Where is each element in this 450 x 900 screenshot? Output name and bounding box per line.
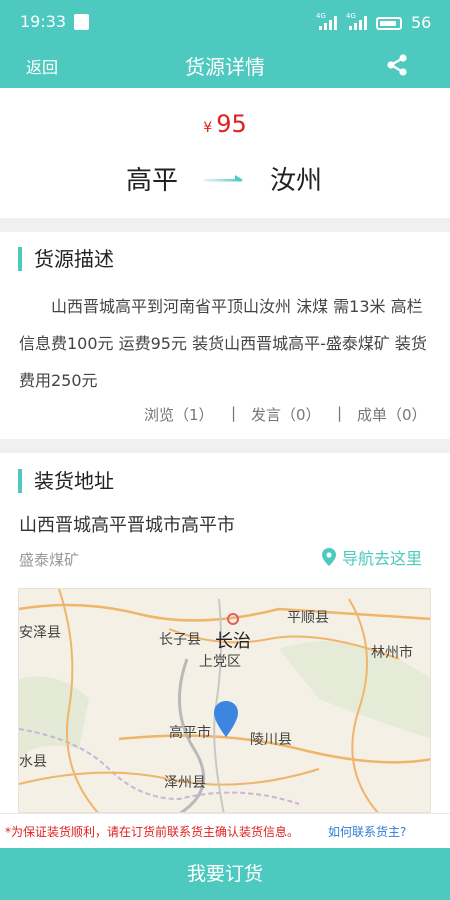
signal-icon bbox=[349, 16, 367, 30]
notice-warning: *为保证装货顺利，请在订货前联系货主确认装货信息。 bbox=[5, 825, 300, 839]
stats-bar: 浏览（1） | 发言（0） | 成单（0） bbox=[0, 404, 450, 428]
map-label-shuixian: 水县 bbox=[19, 754, 47, 770]
navigate-button[interactable]: 导航去这里 bbox=[322, 545, 422, 569]
route-arrow-icon bbox=[204, 175, 243, 182]
battery-level: 56 bbox=[411, 13, 432, 32]
description-section-title: 货源描述 bbox=[18, 247, 114, 271]
location-pin-icon bbox=[322, 548, 336, 566]
location-map[interactable]: 安泽县 长子县 长治 上党区 平顺县 林州市 高平市 陵川县 水县 泽州县 bbox=[18, 588, 431, 813]
map-roads bbox=[19, 589, 430, 812]
views-count: 浏览（1） bbox=[144, 406, 214, 424]
stats-separator: | bbox=[231, 404, 237, 422]
price-value: 95 bbox=[216, 110, 247, 138]
loading-address: 山西晋城高平晋城市高平市 bbox=[19, 515, 235, 536]
currency-symbol: ¥ bbox=[203, 120, 213, 136]
route: 高平 汝州 bbox=[0, 160, 450, 200]
map-label-lingchuan: 陵川县 bbox=[250, 732, 292, 748]
notice-bar: *为保证装货顺利，请在订货前联系货主确认装货信息。 如何联系货主? bbox=[0, 813, 450, 848]
battery-icon bbox=[376, 17, 402, 30]
map-label-zezhou: 泽州县 bbox=[164, 775, 206, 791]
map-label-shangdang: 上党区 bbox=[199, 654, 241, 670]
price: ¥95 bbox=[0, 110, 450, 138]
comments-count: 发言（0） bbox=[251, 406, 321, 424]
map-label-changzhi: 长治 bbox=[215, 631, 251, 652]
page-title: 货源详情 bbox=[185, 55, 265, 79]
site-name: 盛泰煤矿 bbox=[19, 551, 80, 569]
map-label-gaoping: 高平市 bbox=[169, 725, 211, 741]
share-icon[interactable] bbox=[384, 52, 410, 78]
navigate-label: 导航去这里 bbox=[342, 549, 423, 568]
contact-help-link[interactable]: 如何联系货主? bbox=[328, 823, 406, 840]
description-card: 货源描述 山西晋城高平到河南省平顶山汝州 沫煤 需13米 高栏 信息费100元 … bbox=[0, 232, 450, 439]
origin-city: 高平 bbox=[126, 166, 179, 196]
header-bar: 返回 货源详情 bbox=[0, 46, 450, 88]
destination-city: 汝州 bbox=[270, 166, 323, 196]
status-time: 19:33 bbox=[20, 12, 67, 31]
map-label-linzhou: 林州市 bbox=[371, 645, 413, 661]
status-bar: 19:33 4G 4G 56 bbox=[0, 0, 450, 46]
loading-section-title: 装货地址 bbox=[18, 469, 114, 493]
description-text: 山西晋城高平到河南省平顶山汝州 沫煤 需13米 高栏 信息费100元 运费95元… bbox=[19, 297, 427, 390]
price-card: ¥95 高平 汝州 bbox=[0, 88, 450, 218]
loading-address-card: 装货地址 山西晋城高平晋城市高平市 盛泰煤矿 导航去这里 安泽县 长子县 长治 … bbox=[0, 453, 450, 813]
signal-icon bbox=[319, 16, 337, 30]
notification-icon bbox=[74, 14, 89, 30]
order-button[interactable]: 我要订货 bbox=[0, 848, 450, 900]
stats-separator: | bbox=[337, 404, 343, 422]
map-label-anze: 安泽县 bbox=[19, 625, 61, 641]
map-label-pingshun: 平顺县 bbox=[287, 610, 329, 626]
deals-count: 成单（0） bbox=[357, 406, 427, 424]
map-label-zhangzi: 长子县 bbox=[159, 632, 201, 648]
